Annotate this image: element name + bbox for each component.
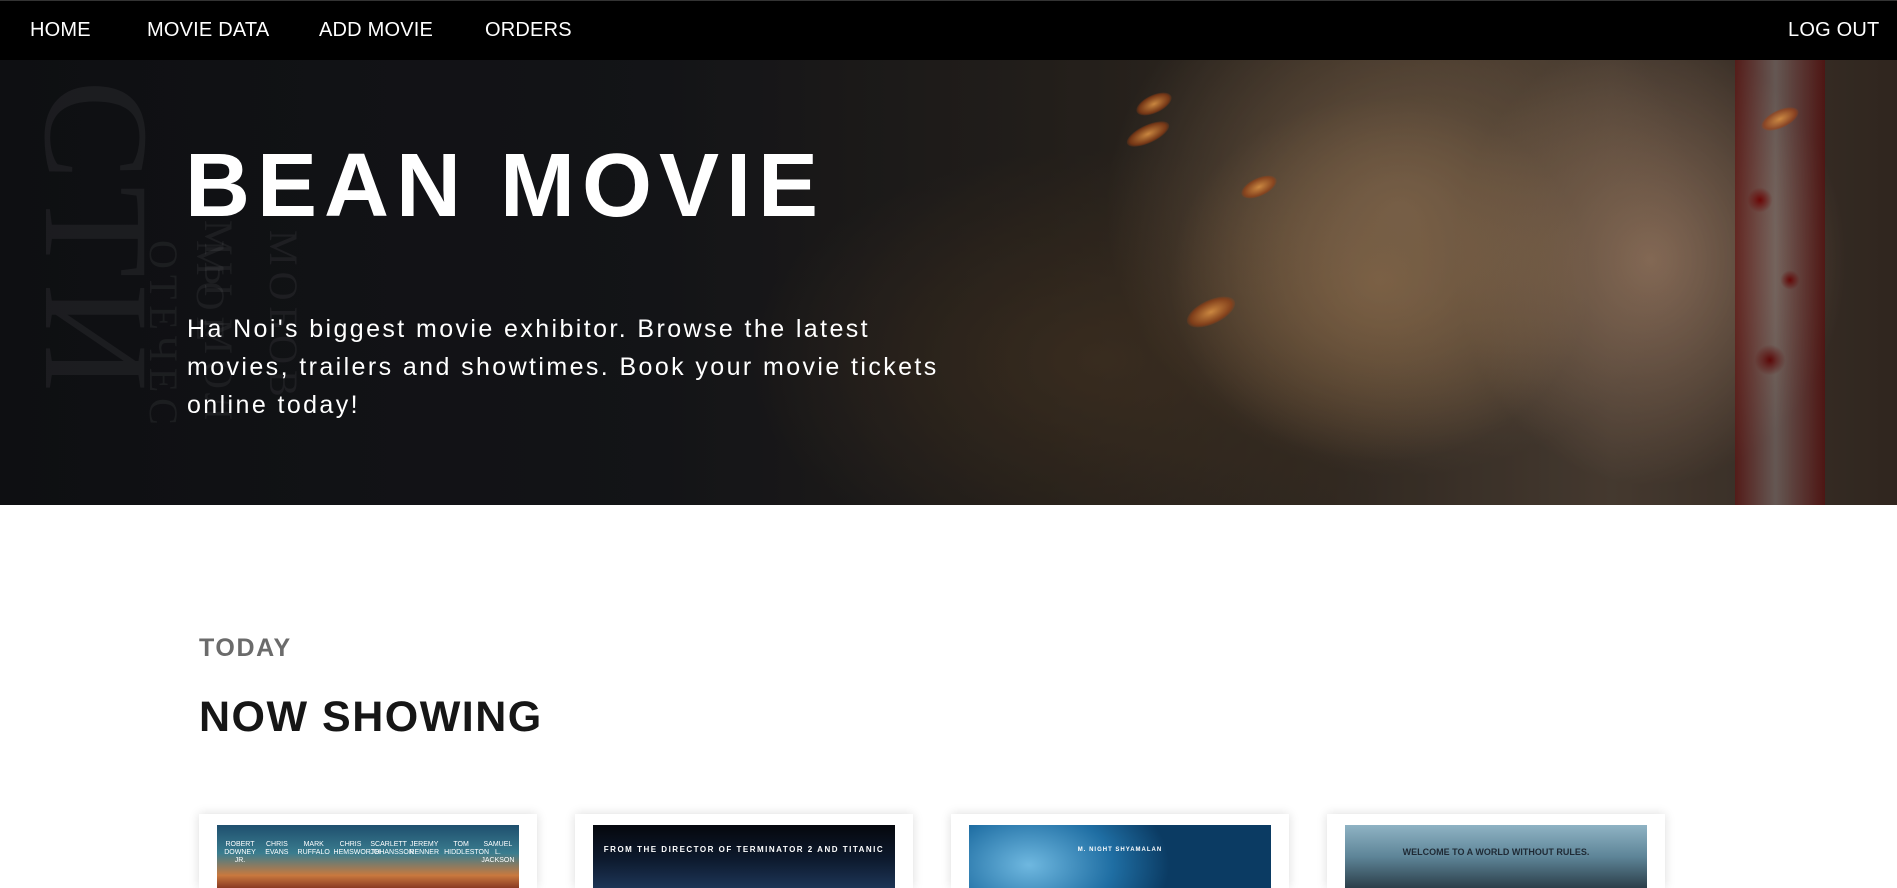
movie-card[interactable]: ROBERT DOWNEY JR. CHRIS EVANS MARK RUFFA… — [199, 814, 537, 888]
nav-add-movie-link[interactable]: ADD MOVIE — [319, 19, 433, 42]
nav-movie-data-link[interactable]: MOVIE DATA — [147, 19, 269, 42]
movie-poster-image[interactable]: FROM THE DIRECTOR OF TERMINATOR 2 AND TI… — [593, 825, 895, 888]
movie-card[interactable]: WELCOME TO A WORLD WITHOUT RULES. — [1327, 814, 1665, 888]
movie-card[interactable]: M. NIGHT SHYAMALAN — [951, 814, 1289, 888]
cast-name: ROBERT DOWNEY JR. — [224, 841, 256, 864]
poster-tagline: M. NIGHT SHYAMALAN — [1077, 847, 1163, 853]
movie-poster-image[interactable]: M. NIGHT SHYAMALAN — [969, 825, 1271, 888]
nav-logout-link[interactable]: LOG OUT — [1788, 19, 1879, 42]
hero-subtitle: Ha Noi's biggest movie exhibitor. Browse… — [187, 315, 939, 419]
cast-name: SAMUEL L. JACKSON — [481, 841, 515, 864]
poster-tagline: WELCOME TO A WORLD WITHOUT RULES. — [1402, 847, 1590, 857]
top-navbar: HOME MOVIE DATA ADD MOVIE ORDERS LOG OUT — [0, 0, 1897, 60]
poster-cast-credits: ROBERT DOWNEY JR. CHRIS EVANS MARK RUFFA… — [223, 841, 515, 865]
cast-name: SCARLETT JOHANSSON — [370, 841, 414, 856]
cast-name: JEREMY RENNER — [409, 841, 439, 856]
cast-name: CHRIS HEMSWORTH — [333, 841, 381, 856]
nav-home-link[interactable]: HOME — [30, 19, 91, 42]
poster-tagline: FROM THE DIRECTOR OF TERMINATOR 2 AND TI… — [603, 845, 885, 854]
section-title: NOW SHOWING — [199, 693, 543, 741]
hero-title: BEAN MOVIE — [185, 136, 826, 236]
section-eyebrow: TODAY — [199, 634, 292, 662]
cast-name: CHRIS EVANS — [265, 841, 289, 856]
movie-poster-image[interactable]: ROBERT DOWNEY JR. CHRIS EVANS MARK RUFFA… — [217, 825, 519, 888]
cast-name: MARK RUFFALO — [297, 841, 330, 856]
nav-orders-link[interactable]: ORDERS — [485, 19, 572, 42]
cast-name: TOM HIDDLESTON — [444, 841, 490, 856]
hero-banner: СТИ МОЕ ОТЕЧЕС МЫ МОЛ МОБОВ BEAN MOVIE H… — [0, 60, 1897, 505]
movie-card[interactable]: FROM THE DIRECTOR OF TERMINATOR 2 AND TI… — [575, 814, 913, 888]
hero-overlay — [0, 60, 1897, 505]
movie-poster-image[interactable]: WELCOME TO A WORLD WITHOUT RULES. — [1345, 825, 1647, 888]
